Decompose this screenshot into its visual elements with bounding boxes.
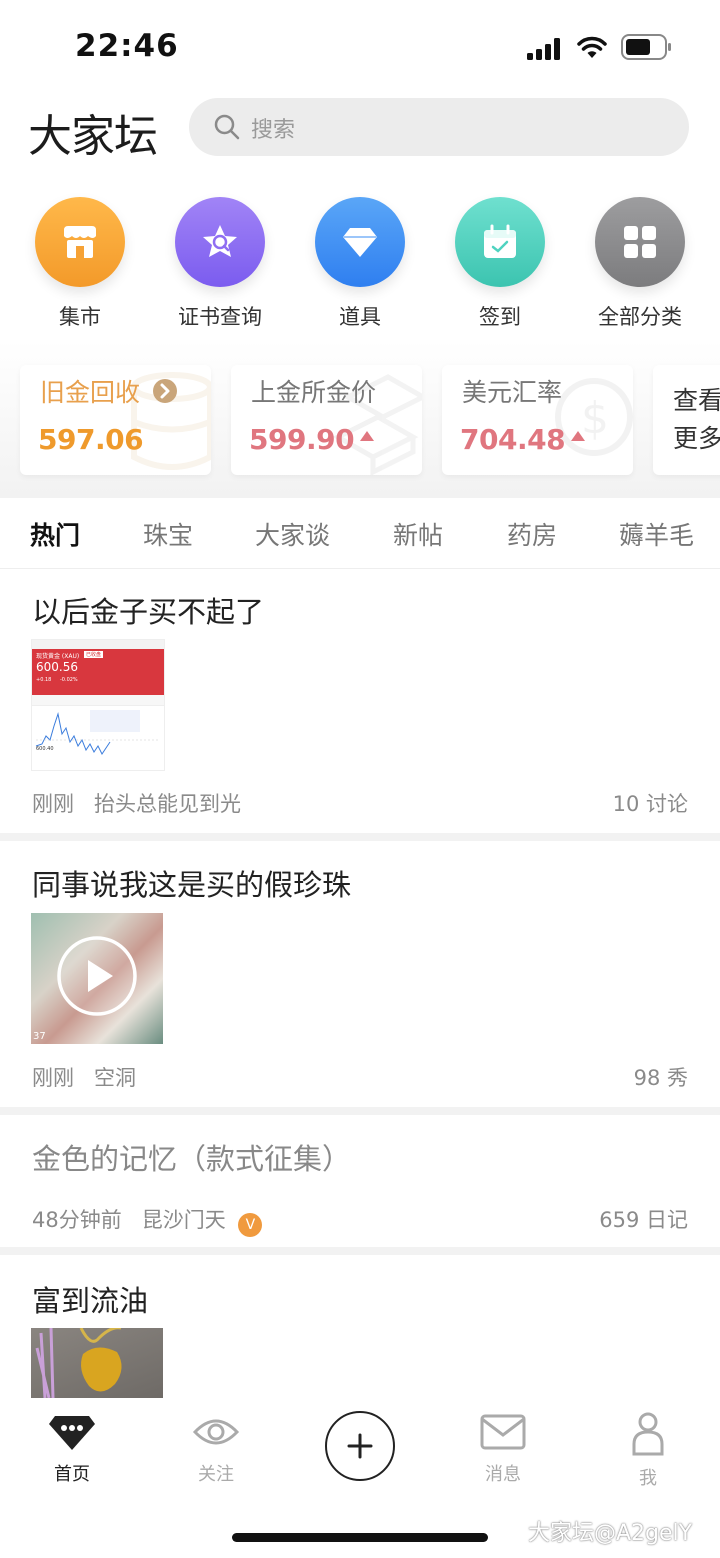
certificate-search-icon xyxy=(203,225,237,257)
category-label: 签到 xyxy=(479,305,521,329)
thumb-badge: 已收盘 xyxy=(84,651,104,658)
create-post-button[interactable] xyxy=(325,1411,395,1481)
thumb-name: 现货黄金 (XAU) xyxy=(36,653,80,660)
up-arrow-icon xyxy=(360,431,375,441)
price-card-sge[interactable]: 上金所金价 599.90 xyxy=(231,365,422,475)
post-time: 48分钟前 xyxy=(32,1208,122,1232)
divider xyxy=(0,1107,720,1115)
price-value: 597.06 xyxy=(38,423,144,456)
category-label: 证书查询 xyxy=(178,305,262,329)
price-card-title: 美元汇率 xyxy=(462,378,563,407)
category-label: 全部分类 xyxy=(598,305,682,329)
category-props[interactable]: 道具 xyxy=(295,197,425,331)
price-value: 599.90 xyxy=(249,423,355,456)
divider xyxy=(0,1247,720,1255)
thumb-change: +0.18 xyxy=(36,677,52,683)
nav-me[interactable]: 我 xyxy=(603,1412,693,1490)
battery-icon xyxy=(621,34,671,60)
app-logo[interactable]: 大家坛 xyxy=(28,100,158,164)
grid-icon xyxy=(624,226,656,258)
thumb-low: 600.40 xyxy=(36,746,54,752)
nav-follow[interactable]: 关注 xyxy=(171,1412,261,1486)
post-author[interactable]: 抬头总能见到光 xyxy=(94,792,241,816)
up-arrow-icon xyxy=(571,431,586,441)
post-video-thumbnail[interactable]: 37 xyxy=(31,913,163,1044)
post-count: 659 日记 xyxy=(599,1208,688,1232)
post-title[interactable]: 同事说我这是买的假珍珠 xyxy=(32,862,351,904)
post-author[interactable]: 空洞 xyxy=(94,1066,136,1090)
more-label-line2: 更多 xyxy=(673,424,720,453)
post-author[interactable]: 昆沙门天 xyxy=(142,1208,226,1232)
price-card-more[interactable]: 查看 更多 xyxy=(653,365,720,475)
search-bar[interactable]: 搜索 xyxy=(189,98,689,156)
shop-icon xyxy=(64,226,96,258)
tab-hot[interactable]: 热门 xyxy=(30,516,80,552)
plus-icon xyxy=(347,1433,373,1459)
post-time: 刚刚 xyxy=(32,1066,74,1090)
post-thumbnail[interactable] xyxy=(31,1328,163,1398)
price-card-title: 旧金回收 xyxy=(40,378,141,407)
wifi-icon xyxy=(577,36,607,58)
category-label: 道具 xyxy=(339,305,381,329)
tab-pharmacy[interactable]: 药房 xyxy=(507,516,557,552)
search-placeholder: 搜索 xyxy=(251,118,296,143)
svg-text:$: $ xyxy=(581,393,609,444)
home-diamond-icon xyxy=(49,1416,95,1450)
play-icon xyxy=(57,936,137,1016)
video-overlay-text: 37 xyxy=(33,1031,46,1042)
more-label-line1: 查看 xyxy=(673,386,720,415)
mail-icon xyxy=(480,1414,526,1450)
status-time: 22:46 xyxy=(75,28,179,64)
nav-messages[interactable]: 消息 xyxy=(458,1412,548,1486)
post-count: 10 讨论 xyxy=(612,792,688,816)
nav-label: 首页 xyxy=(54,1464,90,1485)
calendar-check-icon xyxy=(484,224,516,258)
post-count: 98 秀 xyxy=(633,1066,688,1090)
category-all[interactable]: 全部分类 xyxy=(575,197,705,331)
home-indicator[interactable] xyxy=(232,1533,488,1542)
price-card-usd[interactable]: $ 美元汇率 704.48 xyxy=(442,365,633,475)
price-card-gold-recycle[interactable]: 旧金回收 597.06 xyxy=(20,365,211,475)
nav-label: 我 xyxy=(639,1468,657,1489)
person-icon xyxy=(632,1412,664,1456)
tab-new-posts[interactable]: 新帖 xyxy=(393,516,443,552)
cell-signal-icon xyxy=(527,38,560,60)
post-title[interactable]: 金色的记忆（款式征集） xyxy=(32,1136,351,1178)
post-time: 刚刚 xyxy=(32,792,74,816)
thumb-price: 600.56 xyxy=(36,660,78,674)
thumb-pct: -0.02% xyxy=(60,677,78,683)
diamond-icon xyxy=(343,228,377,257)
gold-pendant-image xyxy=(35,1328,122,1398)
post-meta: 刚刚 空洞 xyxy=(32,1062,136,1092)
price-value: 704.48 xyxy=(460,423,566,456)
price-card-title: 上金所金价 xyxy=(251,378,377,407)
post-meta: 刚刚 抬头总能见到光 xyxy=(32,788,241,818)
nav-label: 关注 xyxy=(198,1464,234,1485)
verified-badge-icon: V xyxy=(238,1213,263,1237)
divider xyxy=(0,833,720,841)
category-label: 集市 xyxy=(59,305,101,329)
eye-icon xyxy=(192,1419,240,1445)
nav-home[interactable]: 首页 xyxy=(27,1412,117,1486)
category-certificate[interactable]: 证书查询 xyxy=(155,197,285,331)
post-title[interactable]: 以后金子买不起了 xyxy=(32,589,264,631)
tab-deals[interactable]: 薅羊毛 xyxy=(619,516,694,552)
chevron-right-icon xyxy=(152,379,177,403)
mini-price-chart: 600.40 xyxy=(35,710,160,755)
category-checkin[interactable]: 签到 xyxy=(435,197,565,331)
tab-jewelry[interactable]: 珠宝 xyxy=(143,516,193,552)
search-icon xyxy=(214,114,240,140)
watermark: 大家坛@A2gelY xyxy=(528,1521,693,1546)
post-meta: 48分钟前 昆沙门天 V xyxy=(32,1204,263,1237)
tab-discussion[interactable]: 大家谈 xyxy=(255,516,330,552)
nav-label: 消息 xyxy=(485,1464,521,1485)
category-market[interactable]: 集市 xyxy=(15,197,145,331)
post-title[interactable]: 富到流油 xyxy=(32,1278,148,1320)
post-thumbnail[interactable]: 现货黄金 (XAU) 已收盘 600.56 +0.18 -0.02% 600.4… xyxy=(31,639,165,771)
category-tabs: 热门 珠宝 大家谈 新帖 药房 薅羊毛 xyxy=(0,498,720,569)
